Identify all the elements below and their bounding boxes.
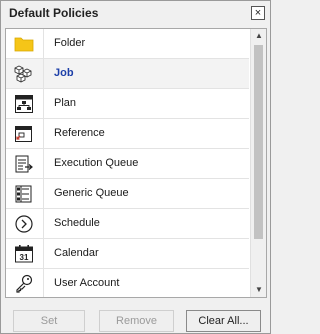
folder-icon [6, 29, 44, 58]
scrollbar-thumb[interactable] [254, 45, 263, 239]
scroll-down-button[interactable]: ▼ [251, 283, 266, 297]
schedule-icon [6, 209, 44, 238]
vertical-scrollbar[interactable]: ▲ ▼ [250, 29, 266, 297]
list-item-label: User Account [54, 277, 120, 289]
list-item-schedule[interactable]: Schedule [6, 209, 249, 239]
list-item-folder[interactable]: Folder [6, 29, 249, 59]
list-item-label: Reference [54, 127, 105, 139]
default-policies-dialog: Default Policies × Folder Job Plan Refer… [0, 0, 271, 334]
list-item-label: Calendar [54, 247, 99, 259]
list-item-user-account[interactable]: User Account [6, 269, 249, 297]
policy-list-items: Folder Job Plan Reference Execution Queu… [6, 29, 249, 297]
execution-queue-icon [6, 149, 44, 178]
list-item-label: Job [54, 67, 74, 79]
list-item-label: Schedule [54, 217, 100, 229]
set-button[interactable]: Set [13, 310, 85, 332]
job-cubes-icon [6, 59, 44, 88]
key-icon [6, 269, 44, 297]
list-item-plan[interactable]: Plan [6, 89, 249, 119]
title-bar: Default Policies × [1, 1, 270, 25]
list-item-execution-queue[interactable]: Execution Queue [6, 149, 249, 179]
plan-icon [6, 89, 44, 118]
clear-all-button[interactable]: Clear All... [186, 310, 261, 332]
scroll-up-button[interactable]: ▲ [251, 29, 266, 43]
policy-list: Folder Job Plan Reference Execution Queu… [5, 28, 267, 298]
remove-button[interactable]: Remove [99, 310, 174, 332]
reference-icon [6, 119, 44, 148]
calendar-icon: 31 [6, 239, 44, 268]
list-item-job[interactable]: Job [6, 59, 249, 89]
list-item-generic-queue[interactable]: Generic Queue [6, 179, 249, 209]
list-item-calendar[interactable]: 31 Calendar [6, 239, 249, 269]
list-item-label: Folder [54, 37, 86, 49]
generic-queue-icon [6, 179, 44, 208]
list-item-reference[interactable]: Reference [6, 119, 249, 149]
list-item-label: Plan [54, 97, 77, 109]
close-button[interactable]: × [251, 6, 265, 20]
calendar-day-number: 31 [20, 253, 29, 262]
list-item-label: Generic Queue [54, 187, 129, 199]
list-item-label: Execution Queue [54, 157, 139, 169]
dialog-title: Default Policies [9, 6, 99, 20]
